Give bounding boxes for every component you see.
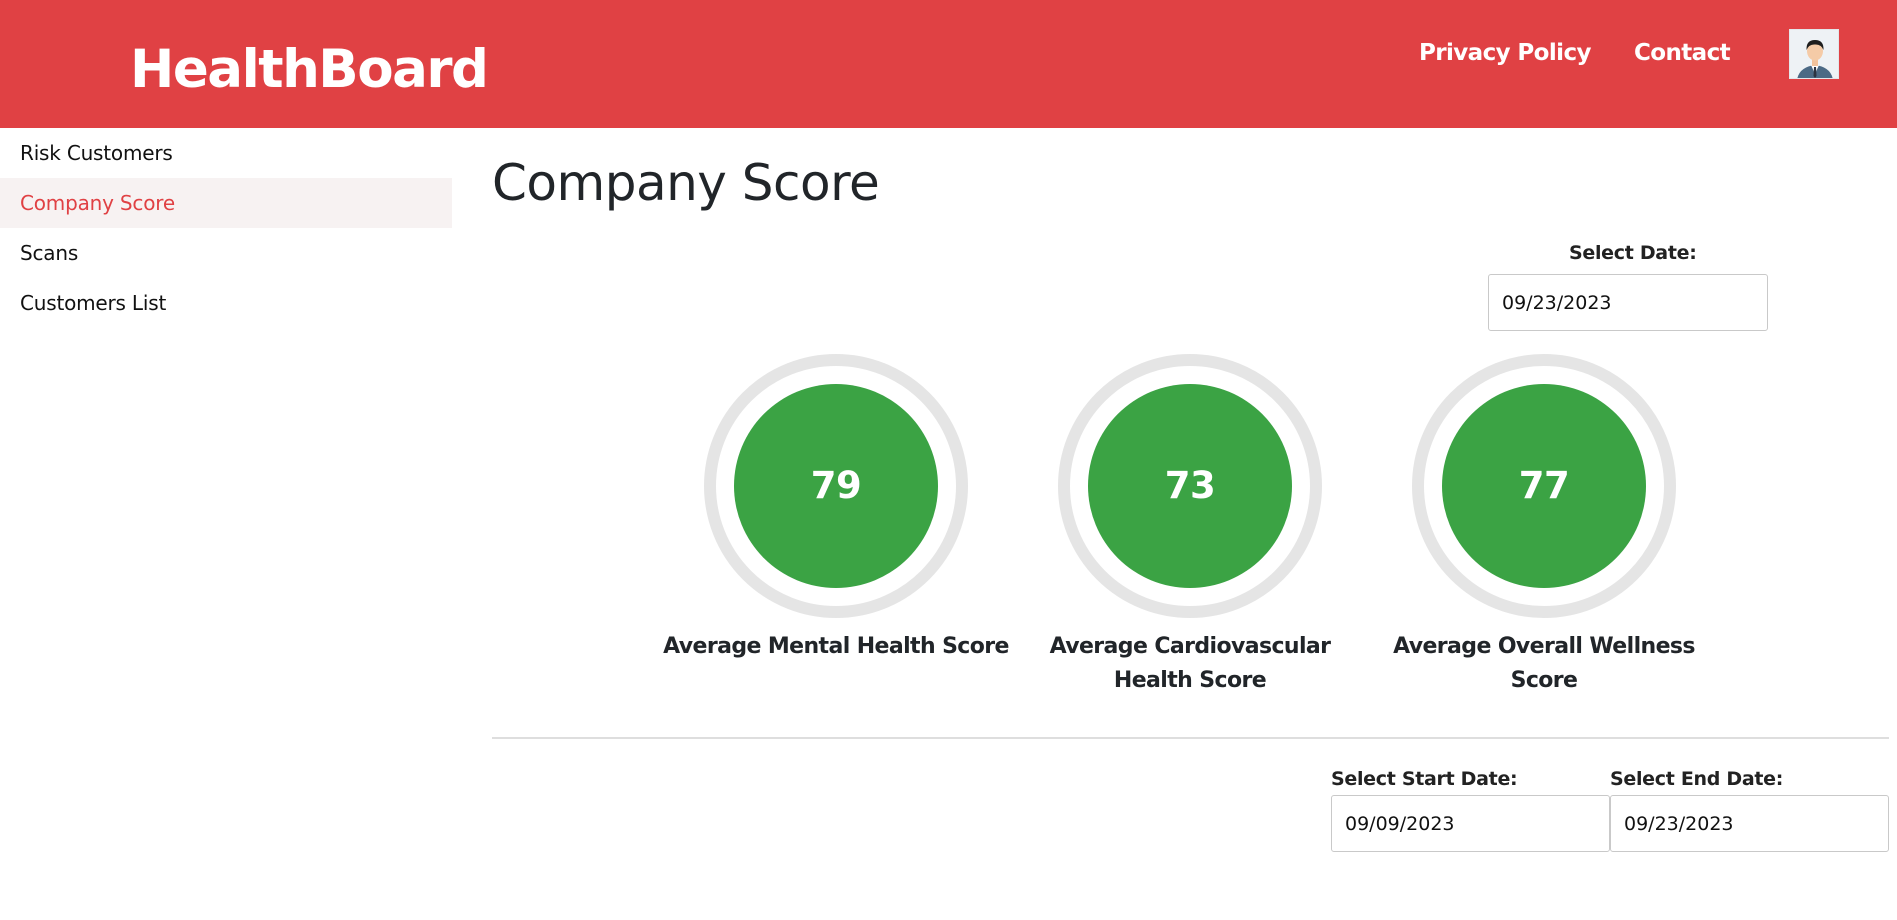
cardiovascular-score-card: 73 Average Cardiovascular Health Score: [1010, 354, 1370, 698]
sidebar-item-customers-list[interactable]: Customers List: [0, 278, 452, 328]
cardiovascular-score-label: Average Cardiovascular Health Score: [1049, 634, 1331, 693]
wellness-score-label: Average Overall Wellness Score: [1393, 634, 1695, 693]
end-date-input[interactable]: [1610, 795, 1889, 852]
score-ring: 73: [1058, 354, 1322, 618]
mental-health-score-card: 79 Average Mental Health Score: [656, 354, 1016, 664]
sidebar-item-risk-customers[interactable]: Risk Customers: [0, 128, 452, 178]
wellness-score-value: 77: [1518, 464, 1570, 507]
top-header: HealthBoard Privacy Policy Contact: [0, 0, 1897, 128]
wellness-score-card: 77 Average Overall Wellness Score: [1364, 354, 1724, 698]
score-circle: 79: [734, 384, 938, 588]
section-divider: [492, 737, 1889, 739]
user-avatar-icon[interactable]: [1789, 29, 1839, 79]
score-ring: 79: [704, 354, 968, 618]
contact-link[interactable]: Contact: [1634, 38, 1731, 68]
avatar-person-icon: [1790, 30, 1838, 78]
sidebar: Risk Customers Company Score Scans Custo…: [0, 128, 452, 328]
privacy-policy-link[interactable]: Privacy Policy: [1419, 38, 1591, 68]
cardiovascular-score-value: 73: [1164, 464, 1216, 507]
brand-logo[interactable]: HealthBoard: [130, 37, 489, 103]
score-circle: 73: [1088, 384, 1292, 588]
end-date-label: Select End Date:: [1610, 768, 1784, 790]
score-circle: 77: [1442, 384, 1646, 588]
sidebar-item-scans[interactable]: Scans: [0, 228, 452, 278]
select-date-label: Select Date:: [1569, 242, 1697, 264]
select-date-input[interactable]: [1488, 274, 1768, 331]
score-ring: 77: [1412, 354, 1676, 618]
sidebar-item-company-score[interactable]: Company Score: [0, 178, 452, 228]
start-date-label: Select Start Date:: [1331, 768, 1518, 790]
start-date-input[interactable]: [1331, 795, 1610, 852]
mental-health-score-value: 79: [810, 464, 862, 507]
page-title: Company Score: [492, 154, 880, 212]
mental-health-score-label: Average Mental Health Score: [663, 634, 1009, 659]
